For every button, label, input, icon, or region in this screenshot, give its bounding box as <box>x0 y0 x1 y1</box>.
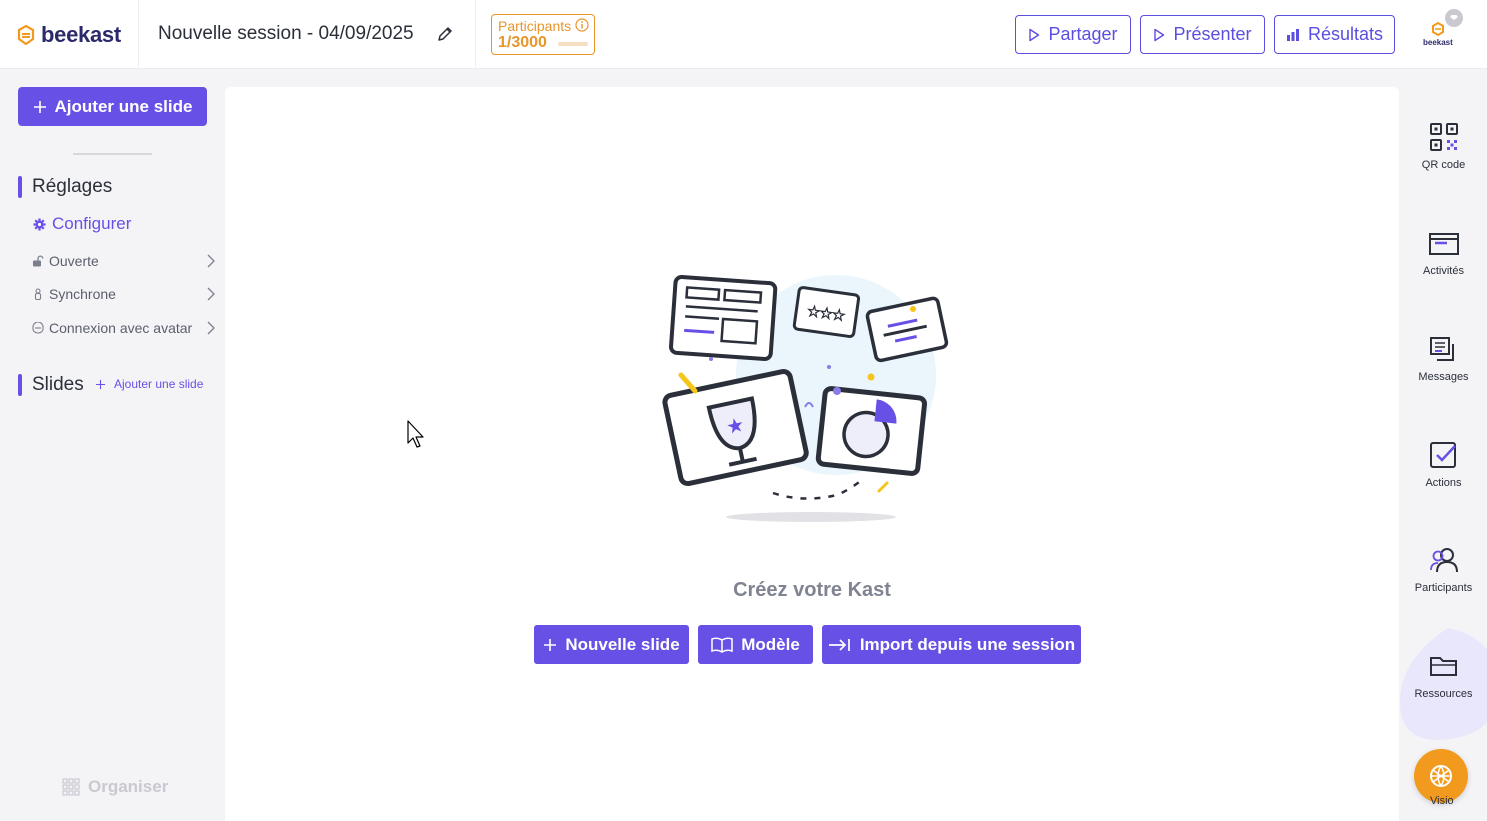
session-title[interactable]: Nouvelle session - 04/09/2025 <box>158 23 414 45</box>
new-slide-label: Nouvelle slide <box>565 634 680 654</box>
slide-canvas: ★★★ ★ Créez votre Kast Nouvelle slide Mo… <box>225 87 1399 821</box>
results-button[interactable]: Résultats <box>1274 15 1395 54</box>
participants-count: 1/3000 <box>498 34 547 51</box>
avatar-mask-icon <box>32 322 44 334</box>
beekast-avatar-icon <box>1432 9 1463 37</box>
slides-section-header: Slides <box>18 374 84 396</box>
setting-avatar-connection[interactable]: Connexion avec avatar <box>32 317 216 339</box>
rs-label: Activités <box>1423 265 1464 277</box>
folder-icon <box>1429 657 1457 676</box>
top-header: beekast Nouvelle session - 04/09/2025 Pa… <box>0 0 1487 69</box>
add-slide-button[interactable]: Ajouter une slide <box>18 87 207 126</box>
logo-text: beekast <box>41 22 121 47</box>
add-slide-inline-label: Ajouter une slide <box>114 377 204 391</box>
rs-label: Messages <box>1418 371 1469 383</box>
user-avatar[interactable]: beekast <box>1418 8 1466 56</box>
arrow-to-bar-icon <box>828 638 850 651</box>
rs-participants[interactable]: Participants <box>1400 546 1487 626</box>
participants-counter[interactable]: Participants 1/3000 <box>491 14 595 55</box>
empty-state-illustration: ★★★ ★ <box>662 275 949 522</box>
actions-checkbox-icon <box>1429 442 1456 468</box>
bar-chart-icon <box>1286 28 1299 41</box>
unlock-icon <box>33 255 44 267</box>
section-accent-bar <box>18 374 22 396</box>
template-label: Modèle <box>741 634 800 654</box>
present-label: Présenter <box>1173 24 1252 44</box>
header-separator <box>138 0 139 69</box>
open-book-icon <box>711 636 733 653</box>
person-icon <box>34 288 42 300</box>
add-slide-label: Ajouter une slide <box>54 96 193 116</box>
present-button[interactable]: Présenter <box>1140 15 1265 54</box>
grid-icon <box>62 778 80 796</box>
chevron-right-icon <box>207 254 215 268</box>
visio-label: Visio <box>1430 795 1454 807</box>
info-icon[interactable] <box>575 18 589 32</box>
rs-label: QR code <box>1421 159 1466 171</box>
bee-logo-icon <box>17 25 35 45</box>
configure-link[interactable]: Configurer <box>33 214 131 234</box>
rs-actions[interactable]: Actions <box>1400 441 1487 521</box>
rs-label: Actions <box>1425 477 1462 489</box>
globe-network-icon <box>1430 765 1452 787</box>
organise-button[interactable]: Organiser <box>62 777 168 797</box>
messages-icon <box>1429 337 1454 361</box>
import-session-label: Import depuis une session <box>859 634 1076 654</box>
plus-icon <box>95 379 106 389</box>
setting-open[interactable]: Ouverte <box>32 250 216 272</box>
setting-label: Synchrone <box>49 286 116 302</box>
rs-messages[interactable]: Messages <box>1400 335 1487 415</box>
share-button[interactable]: Partager <box>1015 15 1131 54</box>
section-accent-bar <box>18 176 22 198</box>
organise-label: Organiser <box>88 777 169 796</box>
mouse-cursor-icon <box>407 420 424 448</box>
slides-title: Slides <box>32 374 84 395</box>
avatar-text: beekast <box>1423 38 1453 47</box>
qr-code-icon <box>1429 123 1458 151</box>
configure-label: Configurer <box>52 214 132 233</box>
add-slide-inline-link[interactable]: Ajouter une slide <box>95 377 203 391</box>
share-label: Partager <box>1048 24 1118 44</box>
rs-label: Participants <box>1414 582 1473 594</box>
participants-icon <box>1429 548 1458 573</box>
header-separator <box>475 0 476 69</box>
rs-activities[interactable]: Activités <box>1400 229 1487 309</box>
beekast-logo[interactable]: beekast <box>17 22 121 48</box>
empty-state-title: Créez votre Kast <box>733 579 891 601</box>
settings-title: Réglages <box>32 176 113 197</box>
import-session-button[interactable]: Import depuis une session <box>822 625 1081 664</box>
sidebar-drag-handle[interactable] <box>73 153 152 155</box>
plus-icon <box>33 100 46 113</box>
participants-progress-bar <box>558 42 588 46</box>
new-slide-button[interactable]: Nouvelle slide <box>534 625 689 664</box>
play-outline-icon <box>1154 28 1165 41</box>
rs-resources[interactable]: Ressources <box>1400 652 1487 732</box>
chevron-right-icon <box>207 321 215 335</box>
gear-icon <box>33 217 46 231</box>
setting-label: Ouverte <box>49 253 99 269</box>
chevron-right-icon <box>207 287 215 301</box>
setting-synchronous[interactable]: Synchrone <box>32 283 216 305</box>
rs-qr-code[interactable]: QR code <box>1400 123 1487 203</box>
setting-label: Connexion avec avatar <box>49 320 193 336</box>
play-outline-icon <box>1029 28 1040 41</box>
template-button[interactable]: Modèle <box>698 625 813 664</box>
participants-label: Participants <box>498 18 572 34</box>
results-label: Résultats <box>1307 24 1384 44</box>
pencil-edit-icon[interactable] <box>436 25 454 43</box>
rs-label: Ressources <box>1414 688 1473 700</box>
plus-icon <box>544 638 557 651</box>
activities-icon <box>1428 233 1459 255</box>
settings-section-header: Réglages <box>18 176 112 198</box>
